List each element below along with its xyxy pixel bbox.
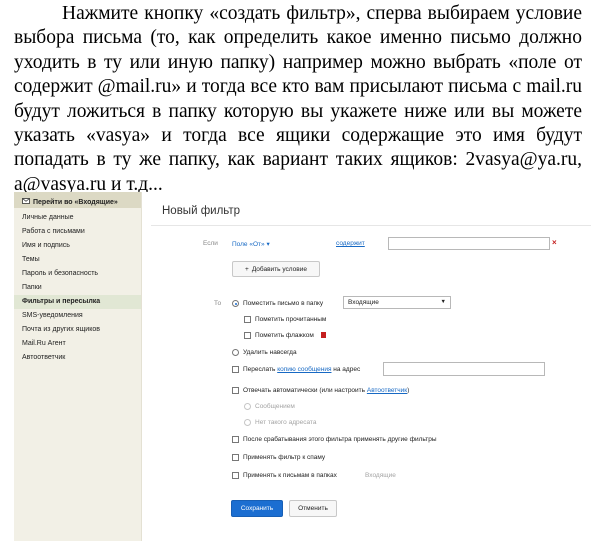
cancel-button[interactable]: Отменить [289, 500, 337, 517]
forward-address-input[interactable] [383, 362, 545, 376]
mark-flag-label: Пометить флажком [255, 332, 314, 339]
mark-read-checkbox[interactable] [244, 316, 251, 323]
forward-suffix: на адрес [331, 366, 361, 373]
instruction-paragraph: Нажмите кнопку «создать фильтр», сперва … [14, 2, 582, 197]
sidebar-item-personal-data[interactable]: Личные данные [14, 211, 141, 225]
folder-select-value: Входящие [348, 299, 379, 306]
forward-checkbox[interactable] [232, 366, 239, 373]
paragraph-line: содержит @mail.ru» и тогда все кто вам п… [14, 76, 582, 98]
sidebar-item-themes[interactable]: Темы [14, 253, 141, 267]
apply-other-filters-label: После срабатывания этого фильтра применя… [243, 436, 437, 443]
apply-to-spam-label: Применять фильтр к спаму [243, 454, 326, 461]
paragraph-line: указать «vasya» и тогда все ящики содерж… [14, 125, 582, 147]
mark-flag-checkbox[interactable] [244, 332, 251, 339]
add-condition-label: Добавить условие [251, 265, 307, 273]
autoreply-settings-link[interactable]: Автоответчик [367, 387, 407, 394]
move-to-folder-label: Поместить письмо в папку [243, 300, 324, 307]
autoreply-suffix: ) [407, 387, 410, 394]
paragraph-line: Нажмите кнопку «создать фильтр», сперва … [62, 3, 582, 24]
paragraph-line: попадать в ту же папку, как вариант таки… [14, 149, 582, 171]
autoreply-message-label: Сообщением [255, 403, 295, 410]
operator-select[interactable]: содержит [336, 240, 365, 247]
back-to-inbox-link[interactable]: Перейти во «Входящие» [14, 192, 141, 208]
sidebar-item-sms[interactable]: SMS-уведомления [14, 309, 141, 323]
condition-value-input[interactable] [388, 237, 550, 250]
save-button[interactable]: Сохранить [231, 500, 283, 517]
sidebar-item-mail-handling[interactable]: Работа с письмами [14, 225, 141, 239]
then-label: То [214, 300, 222, 307]
remove-condition-icon[interactable]: × [552, 238, 557, 247]
chevron-down-icon: ▼ [440, 299, 446, 305]
delete-radio[interactable] [232, 349, 239, 356]
delete-label: Удалить навсегда [243, 349, 297, 356]
add-condition-button[interactable]: + Добавить условие [232, 261, 320, 277]
autoreply-label: Отвечать автоматически (или настроить Ав… [243, 387, 409, 394]
sidebar-item-autoreply[interactable]: Автоответчик [14, 351, 141, 365]
plus-icon: + [245, 265, 249, 273]
apply-to-spam-checkbox[interactable] [232, 454, 239, 461]
autoreply-no-recipient-radio[interactable] [244, 419, 251, 426]
autoreply-checkbox[interactable] [232, 387, 239, 394]
apply-other-filters-checkbox[interactable] [232, 436, 239, 443]
settings-sidebar: Перейти во «Входящие» Личные данные Рабо… [14, 192, 142, 541]
move-to-folder-radio[interactable] [232, 300, 239, 307]
title-divider [151, 225, 591, 226]
field-select[interactable]: Поле «От» ▾ [232, 240, 270, 248]
envelope-icon [22, 198, 30, 206]
forward-label: Переслать копию сообщения на адрес [243, 366, 360, 373]
page-title: Новый фильтр [162, 205, 241, 217]
chevron-down-icon: ▾ [266, 241, 270, 248]
apply-to-folders-checkbox[interactable] [232, 472, 239, 479]
mark-read-label: Пометить прочитанным [255, 316, 327, 323]
sidebar-item-other-mailboxes[interactable]: Почта из других ящиков [14, 323, 141, 337]
sidebar-item-folders[interactable]: Папки [14, 281, 141, 295]
folder-select[interactable]: Входящие ▼ [343, 296, 451, 309]
forward-copy-link[interactable]: копию сообщения [277, 366, 331, 373]
autoreply-message-radio[interactable] [244, 403, 251, 410]
autoreply-prefix: Отвечать автоматически (или настроить [243, 387, 367, 394]
if-label: Если [203, 240, 218, 247]
back-to-inbox-label: Перейти во «Входящие» [33, 198, 118, 206]
paragraph-line: будут ложиться в папку которую вы укажет… [14, 100, 582, 122]
flag-icon [321, 332, 326, 338]
sidebar-item-name-signature[interactable]: Имя и подпись [14, 239, 141, 253]
field-select-value: Поле «От» [232, 241, 265, 248]
paragraph-line: выбора письма (то, как определить какое … [14, 27, 582, 49]
sidebar-item-filters[interactable]: Фильтры и пересылка [14, 295, 141, 309]
autoreply-no-recipient-label: Нет такого адресата [255, 419, 317, 426]
mail-settings-screenshot: Перейти во «Входящие» Личные данные Рабо… [14, 192, 591, 541]
paragraph-line: уходить в ту или иную папку) например мо… [14, 51, 582, 73]
sidebar-item-mailru-agent[interactable]: Mail.Ru Агент [14, 337, 141, 351]
apply-to-folders-label: Применять к письмам в папках [243, 472, 337, 479]
forward-prefix: Переслать [243, 366, 278, 373]
apply-folders-select-value: Входящие [365, 472, 396, 479]
filter-editor: Новый фильтр Если Поле «От» ▾ содержит ×… [143, 192, 591, 541]
apply-folders-select[interactable]: Входящие [365, 472, 396, 479]
sidebar-item-password-security[interactable]: Пароль и безопасность [14, 267, 141, 281]
